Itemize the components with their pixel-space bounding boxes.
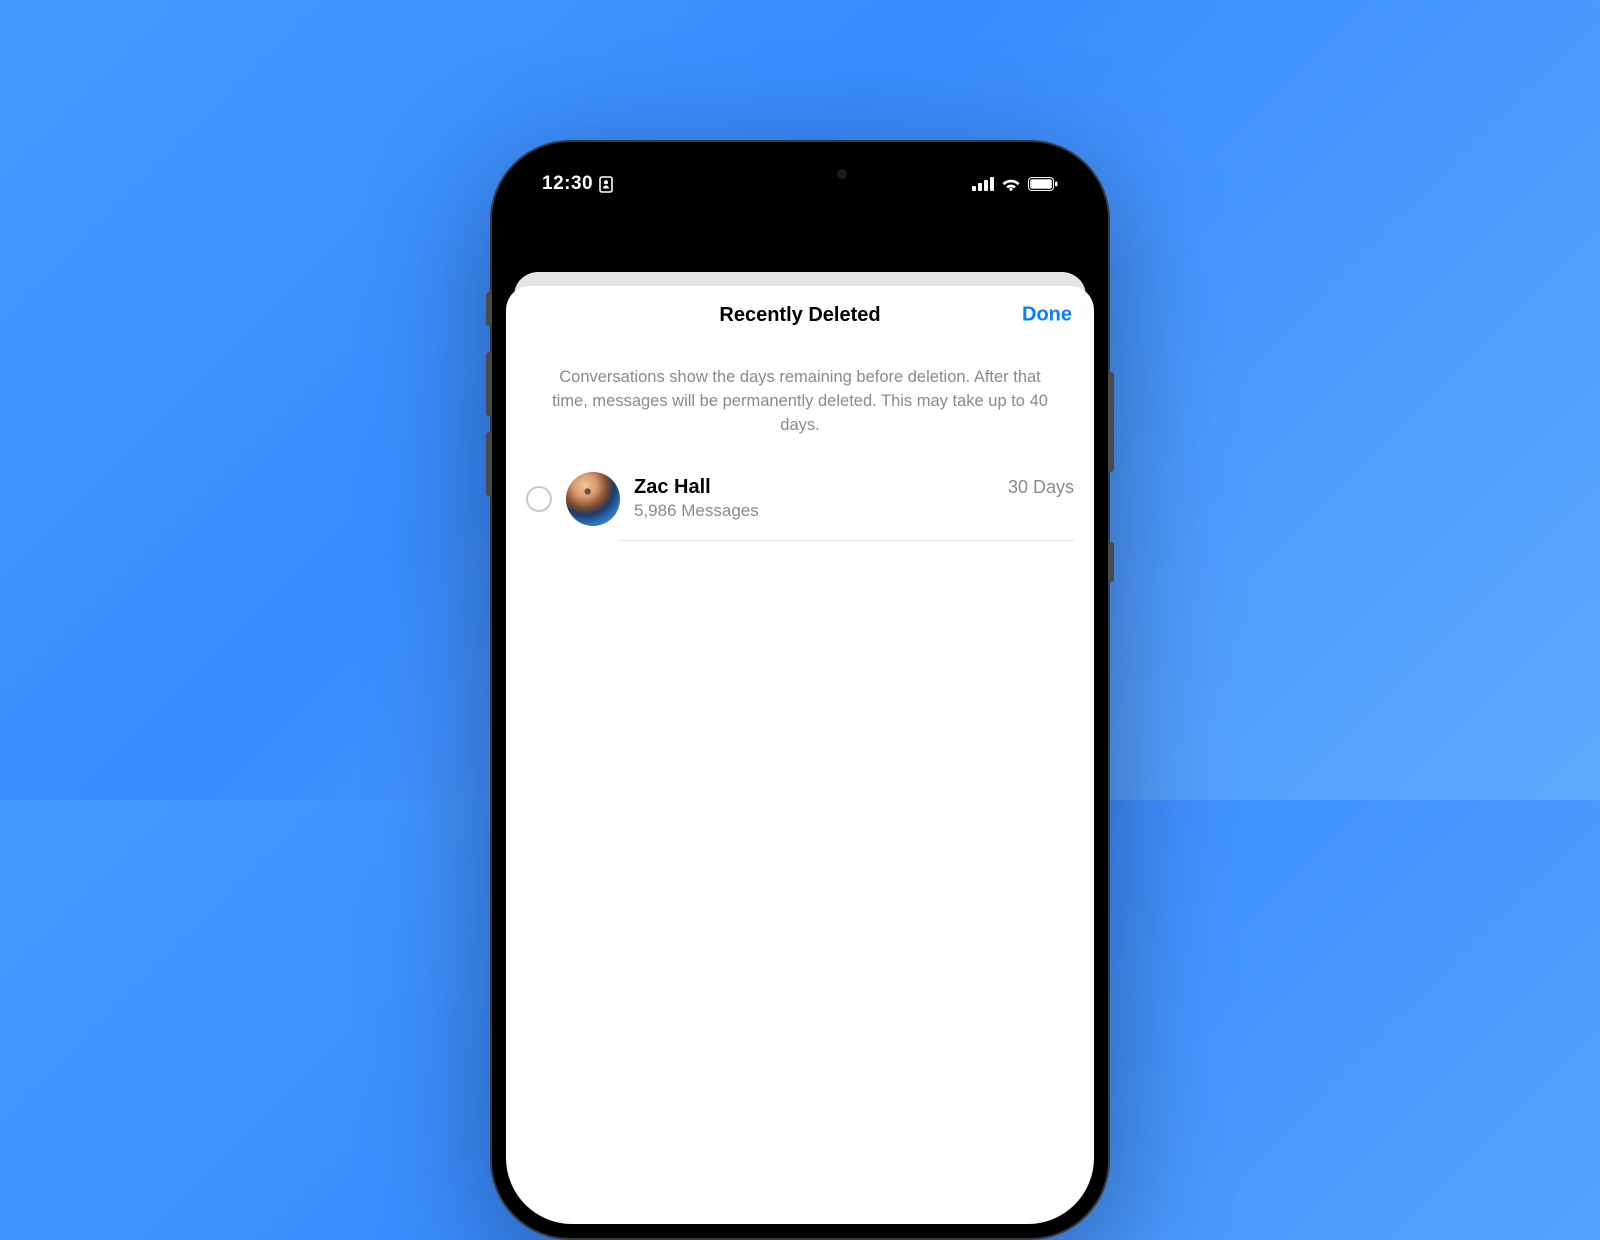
recently-deleted-sheet: Recently Deleted Done Conversations show… [506, 286, 1094, 1224]
row-divider [620, 540, 1074, 541]
sim-icon [599, 176, 613, 193]
status-right [972, 177, 1058, 191]
cellular-icon [972, 177, 994, 191]
background: 12:30 [0, 0, 1600, 800]
page-title: Recently Deleted [719, 304, 880, 327]
wifi-icon [1001, 177, 1021, 191]
days-remaining: 30 Days [1008, 477, 1074, 498]
row-top: Zac Hall 30 Days [634, 476, 1074, 499]
phone-screen: 12:30 [506, 156, 1094, 1224]
avatar [566, 472, 620, 526]
volume-down-button [486, 432, 492, 496]
side-button [1108, 372, 1114, 472]
notch [695, 156, 905, 192]
conversation-name: Zac Hall [634, 476, 711, 499]
battery-icon [1028, 177, 1058, 191]
select-circle[interactable] [526, 486, 552, 512]
side-button-lower [1108, 542, 1114, 582]
volume-up-button [486, 352, 492, 416]
message-count: 5,986 Messages [634, 501, 1074, 521]
sheet-backdrop: Recently Deleted Done Conversations show… [506, 212, 1094, 1224]
status-left: 12:30 [542, 173, 613, 195]
phone-mockup: 12:30 [490, 140, 1110, 1240]
conversation-row[interactable]: Zac Hall 30 Days 5,986 Messages [506, 462, 1094, 540]
row-main: Zac Hall 30 Days 5,986 Messages [634, 476, 1074, 521]
mute-switch [486, 292, 492, 326]
done-button[interactable]: Done [1022, 304, 1072, 327]
phone-frame: 12:30 [490, 140, 1110, 1240]
nav-bar: Recently Deleted Done [506, 286, 1094, 344]
info-text: Conversations show the days remaining be… [542, 366, 1058, 438]
status-time: 12:30 [542, 173, 593, 195]
